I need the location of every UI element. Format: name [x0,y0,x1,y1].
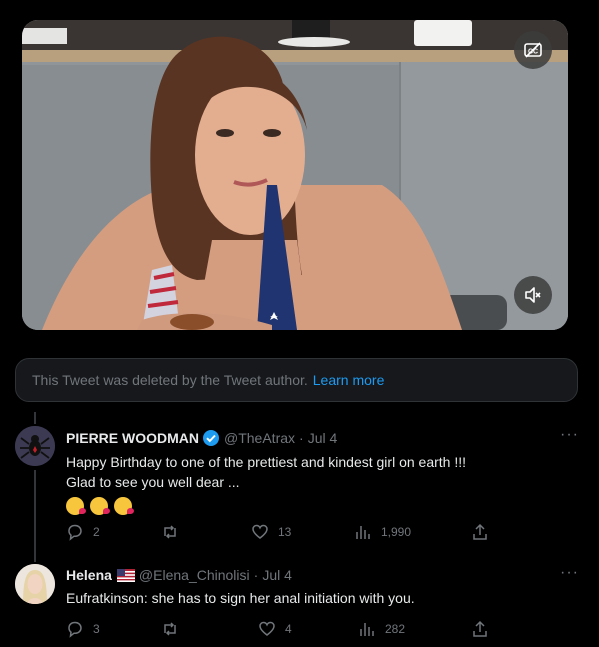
tweet-text-line: Eufratkinson: she has to sign her anal i… [66,590,415,606]
deleted-tweet-notice: This Tweet was deleted by the Tweet auth… [15,358,578,402]
retweet-button[interactable] [161,620,188,638]
retweet-icon [164,525,176,539]
reply-button[interactable]: 3 [66,620,100,638]
heart-icon [252,524,268,539]
avatar[interactable] [15,564,55,604]
views-button[interactable]: 1,990 [354,523,411,541]
heart-icon [259,621,275,636]
share-button[interactable] [471,620,498,638]
muted-speaker-icon [525,287,541,303]
tweet[interactable]: PIERRE WOODMAN @TheAtrax · Jul 4 Happy B… [66,429,579,516]
view-count: 282 [385,622,406,636]
tweet-text-line: Happy Birthday to one of the prettiest a… [66,454,467,470]
date-separator: · [253,567,259,583]
reply-icon [68,524,82,541]
emoji-row [66,495,579,516]
thread-line [34,470,36,562]
kissing-face-emoji-icon [114,497,134,516]
share-button[interactable] [471,523,498,541]
spider-avatar-icon [15,426,55,466]
analytics-icon [356,526,370,539]
captions-off-icon: CC [524,42,542,58]
more-options-button[interactable]: ··· [560,564,579,582]
tweet-header: PIERRE WOODMAN @TheAtrax · Jul 4 [66,429,579,447]
learn-more-link[interactable]: Learn more [313,372,385,388]
us-flag-icon [116,568,135,582]
reply-count: 3 [93,622,100,636]
verified-badge-icon [203,430,219,446]
deleted-notice-text: This Tweet was deleted by the Tweet auth… [32,372,308,388]
retweet-icon [164,622,176,636]
video-player[interactable]: CC [22,20,568,330]
more-options-button[interactable]: ··· [560,426,579,444]
tweet-actions: 3 4 282 [66,620,496,640]
reply-count: 2 [93,525,100,539]
share-icon [473,523,487,540]
reply-button[interactable]: 2 [66,523,100,541]
tweet-text: Eufratkinson: she has to sign her anal i… [66,588,579,608]
tweet-date[interactable]: Jul 4 [308,430,338,446]
handle[interactable]: @Elena_Chinolisi [139,567,250,583]
tweet-actions: 2 13 1,990 [66,523,496,543]
kissing-face-emoji-icon [90,497,110,516]
tweet-text-line: Glad to see you well dear ... [66,474,240,490]
view-count: 1,990 [381,525,412,539]
analytics-icon [360,623,374,636]
tweet-date[interactable]: Jul 4 [262,567,292,583]
like-button[interactable]: 13 [251,523,291,541]
like-count: 4 [285,622,292,636]
thread-line-top [34,412,36,424]
kissing-face-emoji-icon [66,497,86,516]
captions-off-button[interactable]: CC [514,31,552,69]
display-name[interactable]: PIERRE WOODMAN [66,430,199,446]
user-avatar-image [15,564,55,604]
like-count: 13 [278,525,292,539]
date-separator: · [299,430,304,446]
tweet[interactable]: Helena @Elena_Chinolisi · Jul 4 Eufratki… [66,567,579,608]
display-name[interactable]: Helena [66,567,112,583]
share-icon [473,620,487,637]
handle[interactable]: @TheAtrax [224,430,295,446]
avatar[interactable] [15,426,55,466]
like-button[interactable]: 4 [258,620,292,638]
tweet-text: Happy Birthday to one of the prettiest a… [66,452,579,516]
views-button[interactable]: 282 [358,620,405,638]
reply-icon [68,621,82,638]
video-frame [22,20,568,330]
retweet-button[interactable] [161,523,188,541]
unmute-button[interactable] [514,276,552,314]
tweet-header: Helena @Elena_Chinolisi · Jul 4 [66,567,579,583]
